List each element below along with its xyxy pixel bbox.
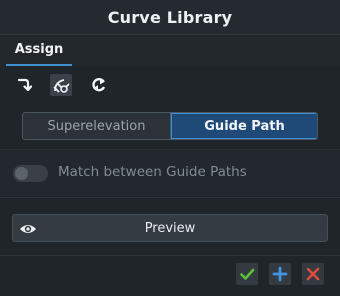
tab-strip: Assign	[0, 35, 340, 66]
section-divider	[0, 197, 340, 198]
toggle-knob	[15, 167, 28, 180]
panel-title-bar: Curve Library	[0, 0, 340, 35]
close-icon	[305, 266, 321, 282]
curved-arrow-down-icon	[16, 77, 32, 93]
curved-arrow-tool-button[interactable]	[13, 74, 35, 96]
tool-toolbar	[0, 68, 340, 102]
eye-icon	[19, 221, 37, 235]
preview-button[interactable]: Preview	[12, 214, 328, 242]
check-icon	[239, 266, 255, 282]
tab-assign[interactable]: Assign	[6, 35, 72, 66]
cancel-button[interactable]	[302, 263, 324, 285]
plus-icon	[272, 266, 288, 282]
superelevation-segment[interactable]: Superelevation	[23, 113, 171, 139]
cycle-tool-button[interactable]	[88, 74, 110, 96]
preview-label: Preview	[144, 220, 196, 236]
mode-segmented-control: Superelevation Guide Path	[22, 112, 318, 140]
match-guide-paths-label: Match between Guide Paths	[58, 164, 247, 180]
panel-title: Curve Library	[107, 7, 233, 27]
match-guide-paths-row: Match between Guide Paths	[0, 150, 340, 196]
guide-path-segment[interactable]: Guide Path	[171, 113, 317, 139]
confirm-button[interactable]	[236, 263, 258, 285]
match-guide-paths-toggle[interactable]	[13, 165, 48, 182]
curve-wrench-icon	[52, 76, 70, 94]
curve-wrench-tool-button[interactable]	[50, 74, 72, 96]
cycle-arrows-icon	[90, 76, 108, 94]
footer-actions	[0, 256, 340, 296]
curve-library-panel: Curve Library Assign Superelevation Guid…	[0, 0, 340, 296]
add-button[interactable]	[269, 263, 291, 285]
